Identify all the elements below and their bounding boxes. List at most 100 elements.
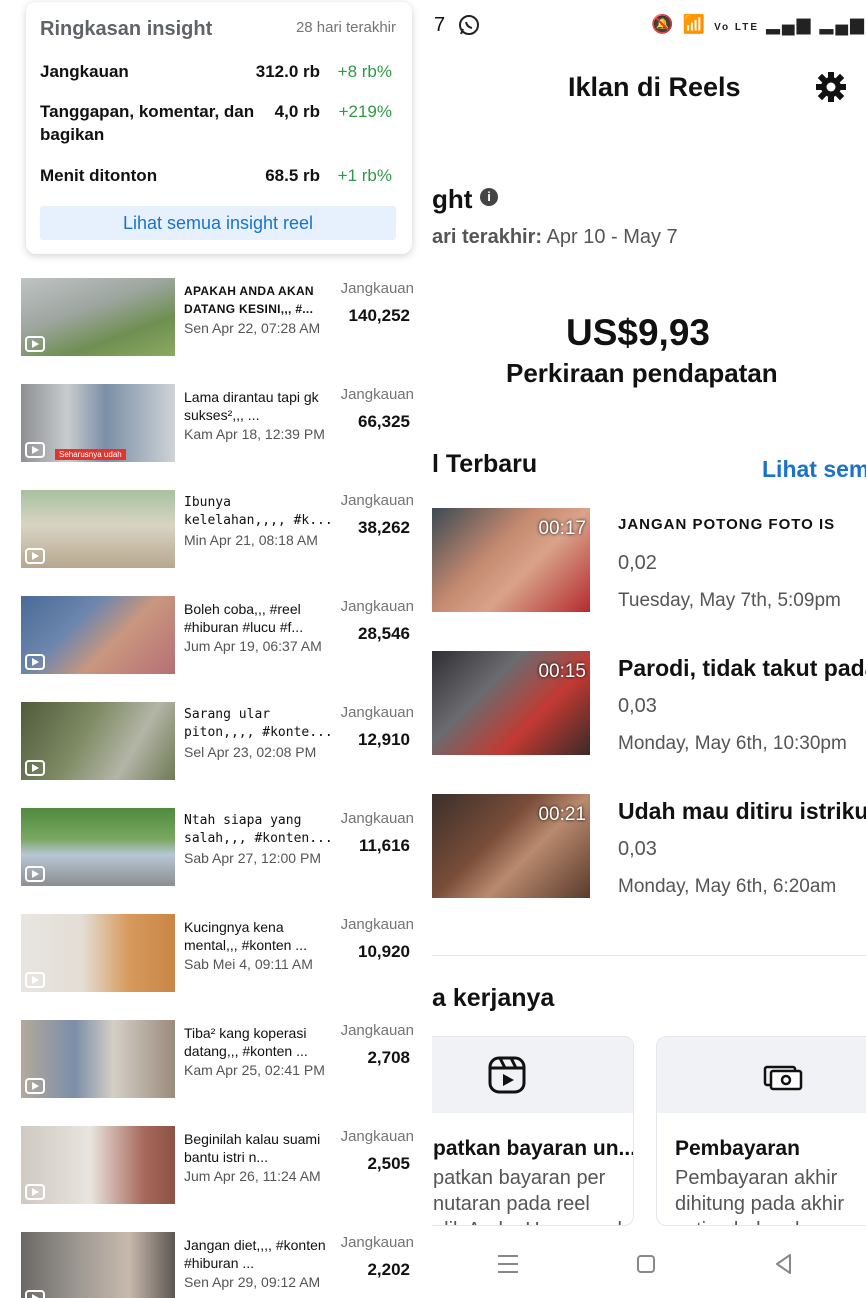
volte-icon: Vo LTE	[714, 22, 760, 33]
reel-title: Ibunya kelelahan,,,, #k...	[184, 495, 333, 528]
reel-icon	[25, 760, 45, 776]
see-all-insight-button[interactable]: Lihat semua insight reel	[40, 206, 396, 240]
reel-thumbnail	[21, 702, 175, 780]
reel-metric-label: Jangkauan	[340, 492, 414, 509]
reel-icon	[25, 336, 45, 352]
reel-metric-value: 28,546	[358, 624, 410, 643]
reel-date: Sab Mei 4, 09:11 AM	[184, 956, 313, 972]
latest-reel-row[interactable]: 00:21 Udah mau ditiru istriku. 0,03 Mond…	[432, 794, 866, 898]
reel-date: Kam Apr 25, 02:41 PM	[184, 1062, 325, 1078]
reel-thumbnail: 00:15	[432, 651, 590, 755]
reel-row[interactable]: Boleh coba,,, #reel #hiburan #lucu #f...…	[0, 596, 420, 696]
back-icon[interactable]	[770, 1250, 798, 1278]
period-line: ari terakhir: Apr 10 - May 7	[432, 226, 678, 249]
how-card-payment[interactable]: Pembayaran Pembayaran akhir dihitung pad…	[656, 1036, 866, 1226]
reel-thumbnail	[21, 1232, 175, 1298]
reel-icon	[25, 1078, 45, 1094]
reel-icon	[25, 972, 45, 988]
card-description: patkan bayaran per nutaran pada reel ali…	[433, 1165, 622, 1225]
card-desc-line: Pembayaran akhir	[675, 1167, 838, 1189]
metric-value: 312.0 rb	[255, 62, 320, 81]
status-time: 7	[434, 14, 446, 36]
reel-row[interactable]: Sarang ular piton,,,, #konte... Sel Apr …	[0, 702, 420, 802]
reel-icon	[25, 1184, 45, 1200]
duration-label: 00:15	[538, 661, 586, 682]
menu-icon[interactable]	[494, 1250, 522, 1278]
divider	[432, 955, 866, 956]
reel-icon	[25, 866, 45, 882]
see-all-link[interactable]: Lihat sem	[762, 456, 866, 483]
reel-thumbnail: Seharusnya udah	[21, 384, 175, 462]
latest-reel-date: Monday, May 6th, 10:30pm	[618, 733, 847, 754]
metric-label: Menit ditonton	[40, 166, 158, 185]
reel-date: Sab Apr 27, 12:00 PM	[184, 850, 321, 866]
metric-value: 4,0 rb	[274, 102, 320, 121]
insight-summary-card: Ringkasan insight 28 hari terakhir Jangk…	[26, 2, 412, 254]
reel-metric-label: Jangkauan	[340, 1022, 414, 1039]
reel-icon	[25, 654, 45, 670]
reel-metric-value: 2,202	[367, 1260, 410, 1279]
how-it-works-heading: a kerjanya	[432, 984, 555, 1012]
card-header	[657, 1037, 866, 1113]
reel-icon	[25, 1290, 45, 1298]
thumbnail-caption: Seharusnya udah	[55, 449, 126, 460]
reel-title: Lama dirantau tapi gk sukses²,,, ...	[184, 389, 319, 423]
card-description: Pembayaran akhir dihitung pada akhir set…	[675, 1165, 844, 1225]
latest-reel-date: Tuesday, May 7th, 5:09pm	[618, 590, 841, 611]
card-title: Pembayaran	[675, 1137, 800, 1160]
reel-date: Sel Apr 23, 02:08 PM	[184, 744, 317, 760]
latest-reel-row[interactable]: 00:17 JANGAN POTONG FOTO IS 0,02 Tuesday…	[432, 508, 866, 612]
reel-thumbnail	[21, 490, 175, 568]
home-icon[interactable]	[632, 1250, 660, 1278]
reel-title: Kucingnya kena mental,,, #konten ...	[184, 919, 307, 953]
card-desc-line: setiap bulan dan	[675, 1217, 844, 1225]
reel-title: Boleh coba,,, #reel #hiburan #lucu #f...	[184, 601, 304, 635]
reel-date: Sen Apr 29, 09:12 AM	[184, 1274, 321, 1290]
summary-period: 28 hari terakhir	[295, 19, 396, 36]
metric-value: 68.5 rb	[265, 166, 320, 185]
reel-metric-label: Jangkauan	[340, 598, 414, 615]
reel-metric-value: 10,920	[358, 942, 410, 961]
reel-date: Jum Apr 19, 06:37 AM	[184, 638, 322, 654]
reel-title: Ntah siapa yang salah,,, #konten...	[184, 813, 333, 846]
reel-metric-value: 2,708	[367, 1048, 410, 1067]
reel-metric-value: 66,325	[358, 412, 410, 431]
reel-row[interactable]: Kucingnya kena mental,,, #konten ... Sab…	[0, 914, 420, 1014]
insight-heading: ght	[432, 184, 473, 214]
reel-metric-value: 12,910	[358, 730, 410, 749]
metric-label: Jangkauan	[40, 62, 129, 81]
latest-reel-earnings: 0,02	[618, 552, 657, 574]
latest-reel-earnings: 0,03	[618, 695, 657, 717]
reel-date: Sen Apr 22, 07:28 AM	[184, 320, 321, 336]
reel-icon	[25, 548, 45, 564]
reel-metric-value: 38,262	[358, 518, 410, 537]
info-icon[interactable]: i	[480, 188, 498, 206]
card-desc-line: nutaran pada reel	[433, 1193, 590, 1215]
reel-date: Min Apr 21, 08:18 AM	[184, 532, 318, 548]
reel-row[interactable]: APAKAH ANDA AKAN DATANG KESINI,,, #... S…	[0, 278, 420, 378]
status-icons: 🔕 📶 Vo LTE ▂▄▆ ▂▄▆	[651, 14, 866, 35]
latest-reel-row[interactable]: 00:15 Parodi, tidak takut pada 0,03 Mond…	[432, 651, 866, 755]
period-label: ari terakhir:	[432, 226, 543, 248]
reel-row[interactable]: Seharusnya udah Lama dirantau tapi gk su…	[0, 384, 420, 484]
card-desc-line: alik Anda. Hanya reel	[433, 1217, 622, 1225]
reel-thumbnail	[21, 278, 175, 356]
reel-row[interactable]: Jangan diet,,,, #konten #hiburan ... Sen…	[0, 1232, 420, 1298]
reel-title: Beginilah kalau suami bantu istri n...	[184, 1131, 321, 1165]
metric-change: +8 rb%	[337, 62, 392, 81]
latest-reel-title: Udah mau ditiru istriku.	[618, 798, 866, 824]
reel-row[interactable]: Ntah siapa yang salah,,, #konten... Sab …	[0, 808, 420, 908]
how-card-earnings[interactable]: patkan bayaran un... patkan bayaran per …	[432, 1036, 634, 1226]
reel-thumbnail: 00:21	[432, 794, 590, 898]
reel-row[interactable]: Ibunya kelelahan,,,, #k... Min Apr 21, 0…	[0, 490, 420, 590]
whatsapp-icon	[459, 15, 479, 35]
earnings-label: Perkiraan pendapatan	[506, 358, 778, 388]
reel-icon	[25, 442, 45, 458]
system-nav-bar	[432, 1230, 866, 1298]
reel-row[interactable]: Tiba² kang koperasi datang,,, #konten ..…	[0, 1020, 420, 1120]
reel-metric-label: Jangkauan	[340, 810, 414, 827]
money-icon	[763, 1065, 803, 1091]
reel-row[interactable]: Beginilah kalau suami bantu istri n... J…	[0, 1126, 420, 1226]
gear-icon[interactable]	[816, 72, 846, 102]
signal-icon: ▂▄▆	[766, 14, 813, 34]
